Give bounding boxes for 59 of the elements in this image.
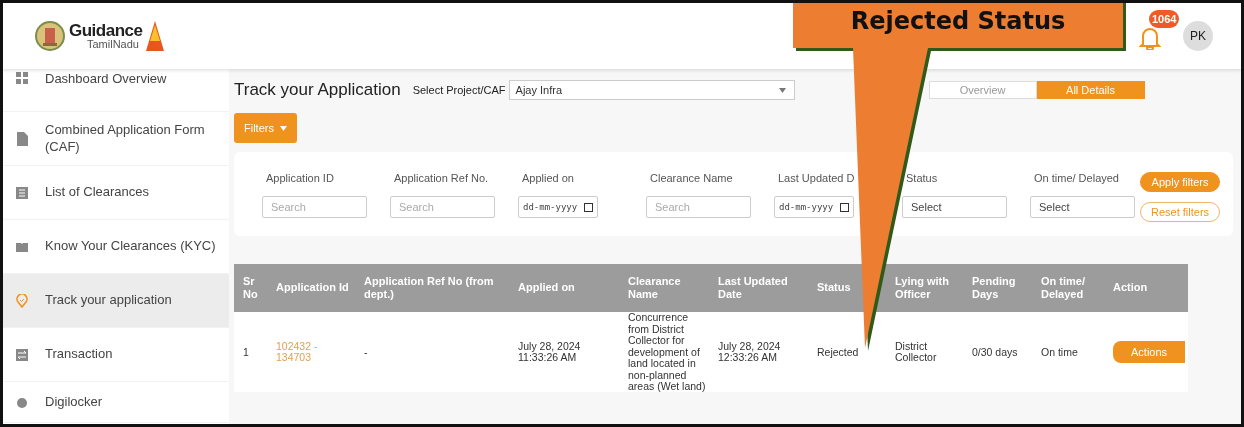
search-field[interactable]: Search (390, 196, 495, 218)
column-header: Applied on (517, 281, 576, 295)
logo-title: Guidance (69, 22, 143, 39)
column-header: Sr No (242, 274, 259, 302)
project-select[interactable]: Ajay Infra (508, 80, 795, 100)
caret-icon (279, 125, 287, 131)
search-field[interactable]: Search (646, 196, 751, 218)
table-cell-text: July 28, 2024 11:33:26 AM (517, 340, 582, 364)
column-header: Application Id (275, 281, 350, 295)
user-avatar[interactable]: PK (1183, 21, 1213, 51)
select-field[interactable]: Select (1030, 196, 1135, 218)
calendar-icon (584, 202, 593, 212)
filter-label: Application Ref No. (393, 172, 490, 184)
callout-text: Rejected Status (849, 7, 1067, 35)
column-header: Pending Days (971, 274, 1017, 302)
table-cell-text: 1 (242, 346, 250, 359)
column-header: Status (816, 281, 852, 295)
table-cell-text: July 28, 2024 12:33:26 AM (717, 340, 782, 364)
logo-subtitle: TamilNadu (86, 39, 140, 50)
table-cell-text: Rejected (816, 346, 860, 359)
table-cell-text: On time (1040, 346, 1079, 359)
sidebar-item[interactable]: Digilocker (3, 382, 229, 423)
emblem-icon (35, 21, 65, 51)
date-field[interactable]: dd-mm-yyyy (774, 196, 854, 218)
sidebar-item[interactable]: Track your application (3, 274, 229, 328)
location-pin-icon (15, 293, 29, 308)
sidebar-item[interactable]: Transaction (3, 328, 229, 382)
sidebar-item[interactable]: Dashboard Overview (3, 69, 229, 112)
filter-label: Applied on (521, 172, 575, 184)
column-header: On time/ Delayed (1040, 274, 1086, 302)
filter-label: Last Updated D (777, 172, 856, 184)
column-header: Clearance Name (627, 274, 682, 302)
filter-label: Application ID (265, 172, 335, 184)
date-field[interactable]: dd-mm-yyyy (518, 196, 598, 218)
transfer-icon (15, 347, 29, 362)
project-label: Select Project/CAF (412, 84, 506, 96)
table-cell-text: 0/30 days (971, 346, 1019, 359)
document-icon (15, 131, 29, 146)
notification-badge: 1064 (1149, 10, 1180, 28)
table-cell-text: - (363, 346, 369, 359)
column-header: Action (1112, 281, 1149, 295)
sidebar-item[interactable]: Combined Application Form (CAF) (3, 112, 229, 166)
table-cell-text: District Collector (894, 340, 938, 364)
list-icon (15, 185, 29, 200)
filter-label: Status (905, 172, 939, 184)
calendar-icon (840, 202, 849, 212)
caret-icon (778, 87, 786, 93)
filter-label: Clearance Name (649, 172, 734, 184)
table-cell-text: Concurrence from District Collector for development of land located in non-planned areas (Wet land) (627, 312, 707, 393)
select-field[interactable]: Select (902, 196, 1007, 218)
column-header: Lying with Officer (894, 274, 950, 302)
grid-icon (15, 71, 29, 85)
sidebar-item[interactable]: List of Clearances (3, 166, 229, 220)
search-field[interactable]: Search (262, 196, 367, 218)
bell-icon[interactable] (1139, 26, 1161, 50)
stripes-icon (146, 21, 165, 51)
column-header: Last Updated Date (717, 274, 789, 302)
column-header: Application Ref No (from dept.) (363, 274, 495, 302)
page-title: Track your Application (234, 80, 401, 100)
